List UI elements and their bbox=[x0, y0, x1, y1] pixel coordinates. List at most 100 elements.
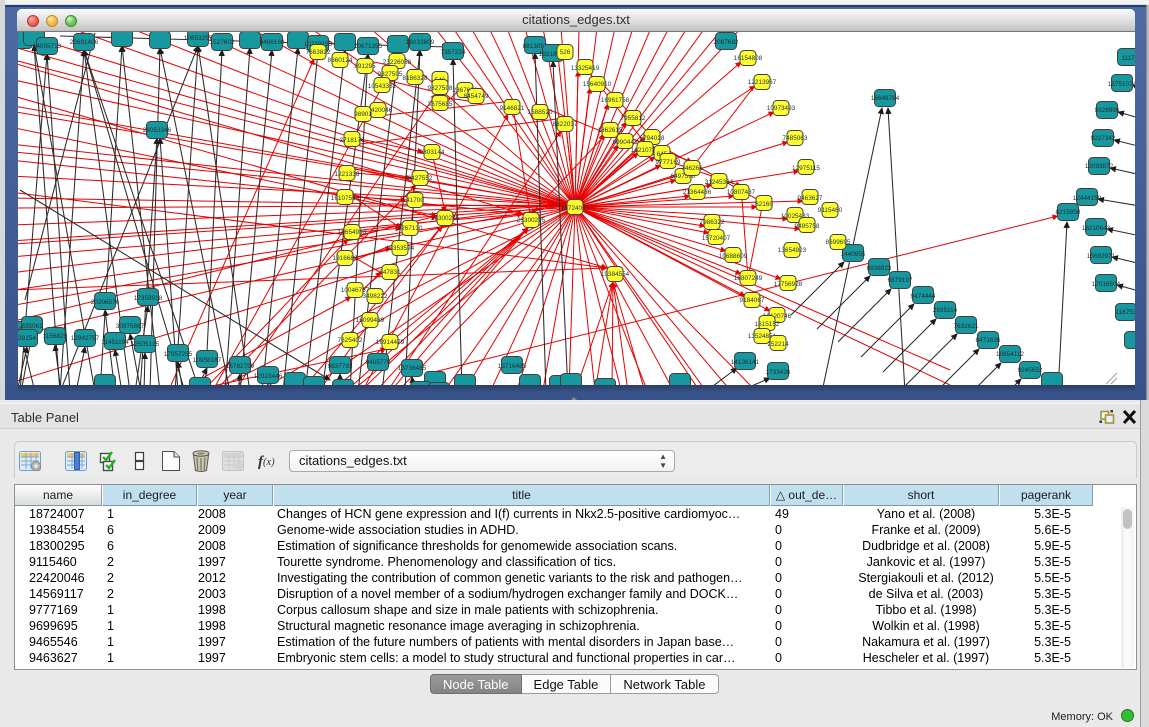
svg-text:(x): (x) bbox=[263, 457, 275, 468]
svg-text:98901: 98901 bbox=[354, 111, 372, 118]
svg-text:9777169: 9777169 bbox=[656, 159, 681, 166]
svg-text:31245334: 31245334 bbox=[705, 179, 734, 186]
svg-text:19654933: 19654933 bbox=[338, 229, 367, 236]
svg-text:8322037: 8322037 bbox=[553, 121, 578, 128]
svg-text:17756928: 17756928 bbox=[774, 281, 803, 288]
svg-text:10688609: 10688609 bbox=[719, 253, 748, 260]
svg-text:11451194: 11451194 bbox=[101, 339, 129, 346]
svg-text:1615152: 1615152 bbox=[755, 321, 780, 328]
svg-text:16648784: 16648784 bbox=[871, 95, 900, 102]
svg-text:9463627: 9463627 bbox=[798, 195, 823, 202]
svg-text:16914479: 16914479 bbox=[376, 339, 405, 346]
svg-text:62160: 62160 bbox=[755, 201, 773, 208]
svg-text:12975115: 12975115 bbox=[792, 165, 820, 172]
svg-text:8699695: 8699695 bbox=[826, 239, 851, 246]
svg-text:8990443: 8990443 bbox=[613, 139, 638, 146]
svg-text:2087682: 2087682 bbox=[714, 39, 739, 46]
svg-text:12942757: 12942757 bbox=[71, 335, 100, 342]
svg-text:20691406: 20691406 bbox=[70, 39, 99, 46]
svg-text:9495758: 9495758 bbox=[795, 223, 820, 230]
svg-text:10807487: 10807487 bbox=[727, 189, 756, 196]
svg-text:252214: 252214 bbox=[767, 341, 789, 348]
svg-text:3675685: 3675685 bbox=[428, 101, 453, 108]
svg-text:16210643: 16210643 bbox=[1082, 225, 1111, 232]
svg-text:8454749: 8454749 bbox=[464, 93, 489, 100]
svg-text:10958187: 10958187 bbox=[193, 357, 222, 364]
svg-text:23226058: 23226058 bbox=[383, 59, 412, 66]
svg-text:12093872: 12093872 bbox=[1085, 163, 1114, 170]
svg-text:12444159: 12444159 bbox=[1073, 195, 1102, 202]
svg-text:1440955: 1440955 bbox=[841, 251, 866, 258]
svg-text:39154: 39154 bbox=[18, 335, 36, 342]
svg-text:9245652: 9245652 bbox=[1018, 367, 1043, 374]
svg-text:16033809: 16033809 bbox=[406, 39, 435, 46]
svg-text:18724007: 18724007 bbox=[561, 205, 590, 212]
svg-text:7485063: 7485063 bbox=[783, 135, 808, 142]
svg-text:9329996: 9329996 bbox=[1095, 107, 1120, 114]
svg-text:3498222: 3498222 bbox=[363, 293, 388, 300]
svg-text:30975887: 30975887 bbox=[116, 323, 145, 330]
svg-text:9327508: 9327508 bbox=[428, 85, 453, 92]
svg-text:15720407: 15720407 bbox=[702, 235, 731, 242]
svg-text:13736485: 13736485 bbox=[398, 365, 427, 372]
svg-text:10543382: 10543382 bbox=[368, 83, 397, 90]
svg-text:16099489: 16099489 bbox=[356, 317, 385, 324]
svg-text:847831: 847831 bbox=[379, 269, 401, 276]
svg-text:18807249: 18807249 bbox=[734, 275, 763, 282]
svg-text:15692971: 15692971 bbox=[1087, 253, 1116, 260]
svg-text:16154808: 16154808 bbox=[734, 55, 763, 62]
svg-text:6794028: 6794028 bbox=[640, 135, 665, 142]
svg-text:7663822: 7663822 bbox=[306, 49, 331, 56]
svg-text:9146821: 9146821 bbox=[500, 105, 525, 112]
svg-text:9227342: 9227342 bbox=[1091, 135, 1116, 142]
svg-text:14055713: 14055713 bbox=[33, 43, 62, 50]
svg-text:8427552: 8427552 bbox=[408, 175, 433, 182]
svg-text:8938923: 8938923 bbox=[867, 265, 892, 272]
svg-text:116753: 116753 bbox=[1116, 309, 1135, 316]
svg-text:1156829: 1156829 bbox=[43, 333, 68, 340]
svg-text:1588520: 1588520 bbox=[528, 109, 553, 116]
svg-text:7625402: 7625402 bbox=[338, 337, 363, 344]
svg-text:10653257: 10653257 bbox=[184, 35, 213, 42]
svg-text:16107554: 16107554 bbox=[331, 195, 360, 202]
svg-text:28053346: 28053346 bbox=[143, 127, 172, 134]
svg-text:1362615: 1362615 bbox=[598, 127, 623, 134]
svg-text:16782759: 16782759 bbox=[226, 363, 255, 370]
svg-text:6879197: 6879197 bbox=[888, 277, 913, 284]
svg-text:2803144: 2803144 bbox=[420, 149, 445, 156]
svg-text:1117: 1117 bbox=[1121, 55, 1135, 62]
svg-text:41700: 41700 bbox=[406, 197, 424, 204]
svg-text:16961758: 16961758 bbox=[601, 97, 630, 104]
svg-text:12505135: 12505135 bbox=[131, 341, 160, 348]
svg-text:17016504: 17016504 bbox=[1092, 281, 1121, 288]
svg-text:13325419: 13325419 bbox=[571, 65, 600, 72]
svg-text:9115460: 9115460 bbox=[818, 207, 843, 214]
svg-text:9474444: 9474444 bbox=[911, 293, 936, 300]
svg-text:8471626: 8471626 bbox=[976, 337, 1001, 344]
svg-text:1733426: 1733426 bbox=[766, 369, 791, 376]
svg-text:25300295: 25300295 bbox=[431, 215, 460, 222]
svg-text:21364436: 21364436 bbox=[683, 189, 712, 196]
svg-text:17957255: 17957255 bbox=[164, 351, 193, 358]
svg-text:7632621: 7632621 bbox=[954, 323, 979, 330]
svg-text:8186328: 8186328 bbox=[403, 75, 428, 82]
svg-text:13654923: 13654923 bbox=[778, 247, 807, 254]
svg-text:7986322: 7986322 bbox=[700, 219, 725, 226]
svg-text:1916682: 1916682 bbox=[333, 255, 358, 262]
svg-text:10671355: 10671355 bbox=[354, 43, 383, 50]
svg-text:9837791: 9837791 bbox=[328, 363, 353, 370]
svg-text:526: 526 bbox=[560, 49, 571, 56]
svg-text:13353594: 13353594 bbox=[386, 245, 415, 252]
svg-text:2718176: 2718176 bbox=[340, 137, 365, 144]
svg-text:12923446: 12923446 bbox=[254, 373, 283, 380]
svg-text:835061: 835061 bbox=[21, 323, 43, 330]
svg-text:12213967: 12213967 bbox=[748, 79, 777, 86]
svg-text:6466160: 6466160 bbox=[260, 39, 285, 46]
svg-text:20206576: 20206576 bbox=[91, 299, 120, 306]
svg-text:3267130: 3267130 bbox=[398, 225, 423, 232]
svg-text:15640910: 15640910 bbox=[583, 81, 612, 88]
svg-text:7955812: 7955812 bbox=[621, 115, 646, 122]
svg-text:9184067: 9184067 bbox=[740, 297, 765, 304]
svg-text:14136141: 14136141 bbox=[731, 359, 760, 366]
svg-text:1221338: 1221338 bbox=[335, 171, 360, 178]
